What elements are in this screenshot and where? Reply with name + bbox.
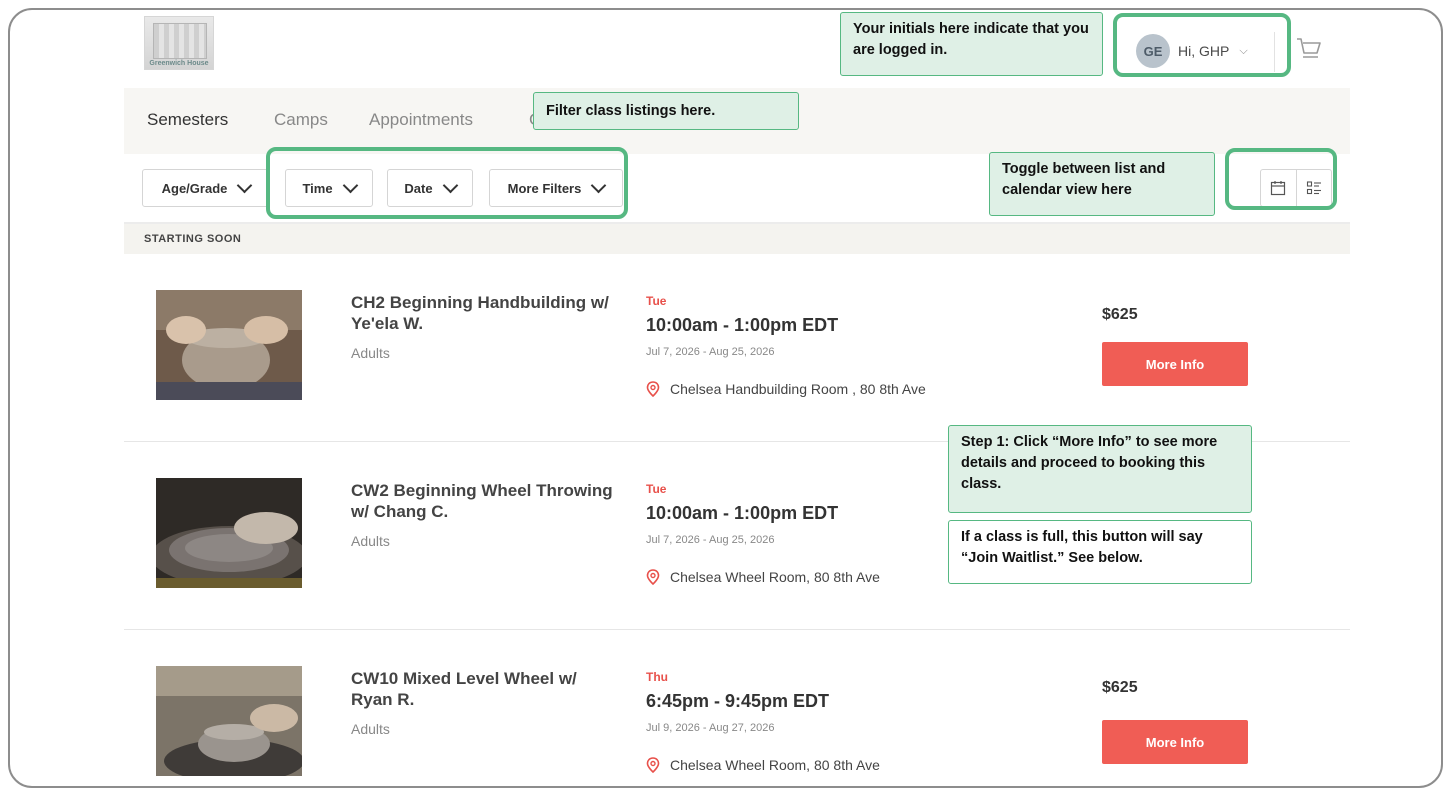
class-audience: Adults (351, 345, 390, 361)
location-pin-icon (646, 757, 660, 773)
class-photo-mixed-level-wheel (156, 666, 302, 776)
greenwich-house-logo[interactable]: Greenwich House (144, 16, 214, 70)
class-day: Tue (646, 482, 667, 496)
class-title[interactable]: CH2 Beginning Handbuilding w/ Ye'ela W. (351, 292, 613, 334)
step-one-callout: Step 1: Click “More Info” to see more de… (948, 425, 1252, 513)
age-grade-label: Age/Grade (161, 180, 228, 196)
user-menu-highlight (1113, 13, 1291, 77)
chevron-down-icon (237, 177, 253, 194)
location-text: Chelsea Wheel Room, 80 8th Ave (670, 569, 880, 585)
class-price: $625 (1102, 679, 1138, 696)
section-title: STARTING SOON (144, 233, 242, 245)
class-date-range: Jul 9, 2026 - Aug 27, 2026 (646, 722, 775, 734)
class-time: 6:45pm - 9:45pm EDT (646, 691, 830, 711)
location-pin-icon (646, 569, 660, 585)
class-location: Chelsea Handbuilding Room , 80 8th Ave (646, 381, 926, 397)
building-image (153, 23, 207, 59)
class-day: Thu (646, 670, 668, 684)
listing-divider (124, 629, 1350, 630)
logo-text: Greenwich House (149, 60, 209, 67)
class-time: 10:00am - 1:00pm EDT (646, 315, 839, 335)
view-toggle-highlight (1225, 148, 1337, 210)
section-header: STARTING SOON (124, 224, 1350, 254)
class-time: 10:00am - 1:00pm EDT (646, 503, 839, 523)
class-price: $625 (1102, 306, 1138, 323)
waitlist-callout: If a class is full, this button will say… (948, 520, 1252, 584)
class-photo-handbuilding (156, 290, 302, 400)
class-audience: Adults (351, 533, 390, 549)
class-photo-wheel-throwing (156, 478, 302, 588)
cart-icon[interactable] (1296, 36, 1322, 62)
more-info-button[interactable]: More Info (1102, 720, 1248, 764)
tab-semesters[interactable]: Semesters (147, 110, 228, 130)
age-grade-filter[interactable]: Age/Grade (142, 169, 270, 207)
class-day: Tue (646, 294, 667, 308)
filters-highlight (266, 147, 628, 219)
location-text: Chelsea Wheel Room, 80 8th Ave (670, 757, 880, 773)
location-pin-icon (646, 381, 660, 397)
view-toggle-callout: Toggle between list and calendar view he… (989, 152, 1215, 216)
class-location: Chelsea Wheel Room, 80 8th Ave (646, 757, 880, 773)
more-info-button[interactable]: More Info (1102, 342, 1248, 386)
filter-callout: Filter class listings here. (533, 92, 799, 130)
class-date-range: Jul 7, 2026 - Aug 25, 2026 (646, 534, 775, 546)
class-audience: Adults (351, 721, 390, 737)
location-text: Chelsea Handbuilding Room , 80 8th Ave (670, 381, 926, 397)
class-location: Chelsea Wheel Room, 80 8th Ave (646, 569, 880, 585)
tutorial-frame: Greenwich House GE Hi, GHP ⌵ Semesters C… (8, 8, 1443, 788)
class-title[interactable]: CW2 Beginning Wheel Throwing w/ Chang C. (351, 480, 613, 522)
class-date-range: Jul 7, 2026 - Aug 25, 2026 (646, 346, 775, 358)
logged-in-callout: Your initials here indicate that you are… (840, 12, 1103, 76)
tab-camps[interactable]: Camps (274, 110, 328, 130)
class-title[interactable]: CW10 Mixed Level Wheel w/ Ryan R. (351, 668, 613, 710)
tab-appointments[interactable]: Appointments (369, 110, 473, 130)
